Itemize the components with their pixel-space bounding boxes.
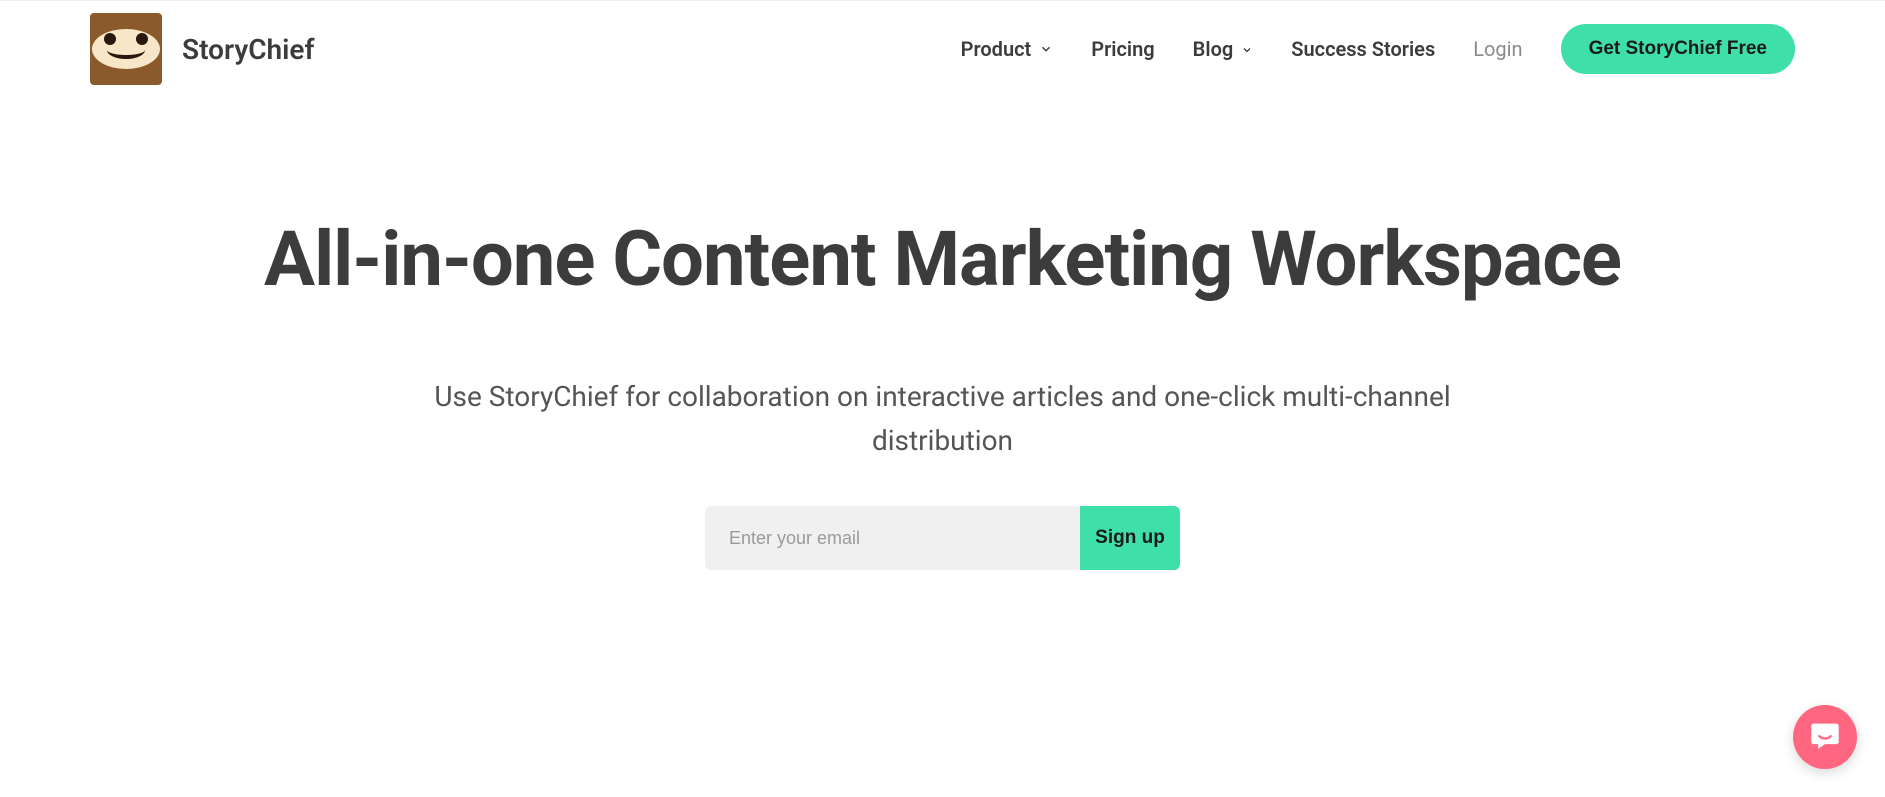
signup-form: Sign up [0,506,1885,570]
chevron-down-icon [1039,37,1053,61]
brand-name: StoryChief [182,33,314,66]
site-header: StoryChief Product Pricing Blog Success … [0,0,1885,85]
nav-product[interactable]: Product [961,37,1054,61]
nav-blog[interactable]: Blog [1193,37,1254,61]
nav-blog-label: Blog [1193,37,1234,61]
nav-pricing-label: Pricing [1091,37,1154,61]
chevron-down-icon [1241,37,1253,61]
nav-success-stories-label: Success Stories [1291,37,1435,61]
email-input[interactable] [705,506,1080,570]
nav-success-stories[interactable]: Success Stories [1291,37,1435,61]
logo-group[interactable]: StoryChief [90,13,314,85]
nav-product-label: Product [961,37,1032,61]
nav-login-label: Login [1473,37,1522,61]
nav-pricing[interactable]: Pricing [1091,37,1154,61]
nav-login[interactable]: Login [1473,37,1522,61]
logo-icon [90,13,162,85]
hero-subtitle: Use StoryChief for collaboration on inte… [393,375,1493,465]
chat-widget-button[interactable] [1793,705,1857,769]
signup-button[interactable]: Sign up [1080,506,1180,570]
main-nav: Product Pricing Blog Success Stories Log… [961,24,1795,74]
hero-title: All-in-one Content Marketing Workspace [0,215,1885,305]
chat-icon [1809,719,1841,755]
get-free-button[interactable]: Get StoryChief Free [1561,24,1795,74]
hero-section: All-in-one Content Marketing Workspace U… [0,85,1885,570]
